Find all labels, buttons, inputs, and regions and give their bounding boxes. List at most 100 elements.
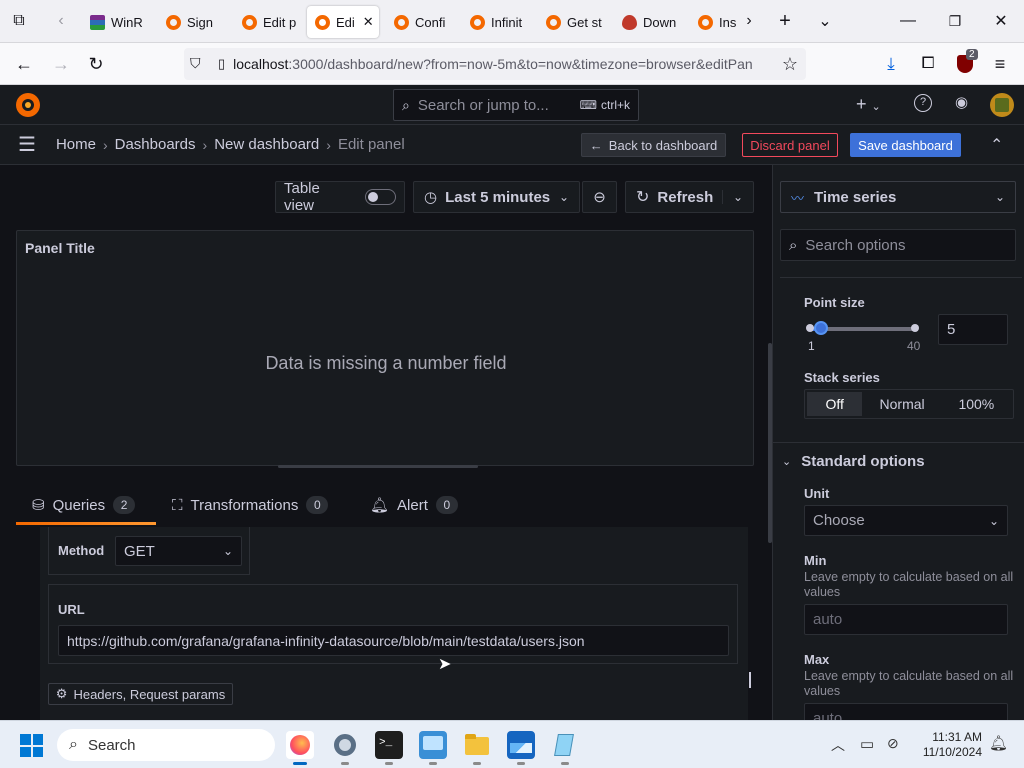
- search-options-input[interactable]: ⌕ Search options: [780, 229, 1016, 261]
- tab-transformations-label: Transformations: [190, 496, 299, 514]
- add-icon[interactable]: + ⌄: [856, 94, 881, 115]
- monitor-app-icon[interactable]: [507, 731, 535, 765]
- forward-icon[interactable]: →: [46, 49, 76, 79]
- breadcrumb-new-dashboard[interactable]: New dashboard: [214, 136, 319, 153]
- browser-tab[interactable]: WinR: [82, 6, 148, 38]
- browser-tab[interactable]: Down: [614, 6, 680, 38]
- divider: [780, 277, 1022, 278]
- tab-alert[interactable]: 🔔︎ Alert 0: [370, 486, 458, 524]
- minimize-icon[interactable]: —: [893, 6, 923, 36]
- point-size-slider[interactable]: [806, 321, 919, 335]
- menu-icon[interactable]: ≡: [985, 49, 1015, 79]
- standard-options-header[interactable]: ⌄ Standard options: [782, 453, 925, 470]
- browser-tab[interactable]: Edit p: [234, 6, 300, 38]
- tab-queries-label: Queries: [52, 496, 106, 514]
- ublock-icon[interactable]: 2: [950, 49, 980, 79]
- text-caret: [749, 672, 751, 688]
- browser-tab[interactable]: Confi: [386, 6, 452, 38]
- clock-date: 11/10/2024: [922, 745, 982, 759]
- url-input[interactable]: https://github.com/grafana/grafana-infin…: [58, 625, 729, 656]
- maximize-icon[interactable]: ❐: [940, 6, 970, 36]
- chevron-down-icon: ⌄: [988, 513, 999, 528]
- point-size-input[interactable]: 5: [938, 314, 1008, 345]
- zoom-out-button[interactable]: ⊖: [582, 181, 617, 213]
- browser-tab[interactable]: Infinit: [462, 6, 528, 38]
- min-description: Leave empty to calculate based on all va…: [804, 570, 1014, 599]
- unit-select[interactable]: Choose ⌄: [804, 505, 1008, 536]
- network-icon[interactable]: ▭: [860, 735, 874, 753]
- terminal-icon[interactable]: >_: [375, 731, 403, 765]
- volume-muted-icon[interactable]: ⊘: [887, 735, 899, 752]
- min-input[interactable]: auto: [804, 604, 1008, 635]
- list-tabs-icon[interactable]: ⌄: [810, 6, 840, 36]
- headers-button-label: Headers, Request params: [73, 686, 226, 702]
- save-dashboard-button[interactable]: Save dashboard: [850, 133, 961, 157]
- tab-queries[interactable]: ⛁ Queries 2: [32, 486, 136, 524]
- url-field[interactable]: ⛉ ▯ localhost:3000/dashboard/new?from=no…: [184, 48, 806, 80]
- tabs-scroll-right-icon[interactable]: ›: [734, 6, 764, 36]
- help-icon[interactable]: ?: [914, 94, 932, 112]
- stack-option-normal[interactable]: Normal: [864, 392, 939, 416]
- browser-tab[interactable]: Ins: [690, 6, 740, 38]
- browser-tab-active[interactable]: Edi ✕: [307, 6, 379, 38]
- windows-start-icon[interactable]: [20, 734, 43, 757]
- taskbar-clock[interactable]: 11:31 AM 11/10/2024: [912, 730, 982, 760]
- tab-overview-icon[interactable]: ⧉: [4, 6, 34, 36]
- extensions-icon[interactable]: ⧠: [913, 49, 943, 79]
- shield-icon[interactable]: ⛉: [190, 55, 201, 72]
- zoom-out-icon: ⊖: [593, 189, 606, 206]
- browser-tab[interactable]: Get st: [538, 6, 604, 38]
- stack-option-off[interactable]: Off: [807, 392, 863, 416]
- close-window-icon[interactable]: ✕: [986, 6, 1016, 36]
- browser-tab-bar: ⧉ ‹ WinR Sign Edit p Edi ✕ Confi Infinit…: [0, 0, 1024, 43]
- toggle-switch[interactable]: [364, 189, 396, 205]
- queries-count-badge: 2: [113, 496, 136, 514]
- panel-title[interactable]: Panel Title: [25, 240, 95, 256]
- chevron-down-icon[interactable]: ⌄: [721, 190, 743, 204]
- headers-request-params-button[interactable]: ⚙ Headers, Request params: [48, 683, 233, 705]
- method-select[interactable]: GET ⌄: [115, 536, 242, 566]
- user-avatar[interactable]: [990, 93, 1014, 117]
- bookmark-star-icon[interactable]: ☆: [775, 49, 805, 79]
- browser-tab[interactable]: Sign: [158, 6, 224, 38]
- search-bar[interactable]: ⌕ Search or jump to... ⌨ ctrl+k: [393, 89, 639, 121]
- discard-panel-button[interactable]: Discard panel: [742, 133, 838, 157]
- control-panel-icon[interactable]: [419, 731, 447, 765]
- settings-icon[interactable]: [331, 731, 359, 765]
- time-range-picker[interactable]: ◷ Last 5 minutes ⌄: [413, 181, 580, 213]
- breadcrumb: Home › Dashboards › New dashboard › Edit…: [56, 136, 405, 153]
- windows-taskbar: ⌕ Search >_ ︿ ▭ ⊘ 11:31 AM 11/10/2024 🔔︎: [0, 720, 1024, 768]
- chevron-up-icon[interactable]: ︿: [831, 735, 845, 755]
- visualization-picker[interactable]: 〰 Time series ⌄: [780, 181, 1016, 213]
- max-input[interactable]: auto: [804, 703, 1008, 720]
- hamburger-menu-icon[interactable]: ☰: [18, 132, 36, 157]
- stack-series-label: Stack series: [804, 370, 880, 385]
- chevron-up-icon[interactable]: ⌃: [990, 135, 1003, 155]
- clock-icon: ◷: [424, 189, 438, 206]
- stack-option-percent[interactable]: 100%: [942, 392, 1011, 416]
- grafana-logo-icon[interactable]: [16, 93, 40, 117]
- slider-handle[interactable]: [814, 321, 828, 335]
- method-row: Method GET ⌄: [48, 527, 250, 575]
- firefox-icon[interactable]: [286, 731, 314, 765]
- alert-count-badge: 0: [435, 496, 458, 514]
- close-tab-icon[interactable]: ✕: [363, 14, 374, 30]
- back-icon[interactable]: ←: [9, 49, 39, 79]
- panel-preview: Panel Title Data is missing a number fie…: [16, 230, 754, 466]
- notification-bell-icon[interactable]: 🔔︎: [989, 734, 1008, 752]
- taskbar-search[interactable]: ⌕ Search: [57, 729, 275, 761]
- back-to-dashboard-button[interactable]: ← Back to dashboard: [581, 133, 726, 157]
- tabs-scroll-left-icon[interactable]: ‹: [46, 6, 76, 36]
- notepad-app-icon[interactable]: [551, 731, 579, 765]
- file-explorer-icon[interactable]: [463, 731, 491, 765]
- breadcrumb-home[interactable]: Home: [56, 136, 96, 153]
- breadcrumb-dashboards[interactable]: Dashboards: [115, 136, 196, 153]
- download-icon[interactable]: ⤓: [876, 49, 906, 79]
- news-rss-icon[interactable]: ◉: [955, 93, 968, 111]
- tab-transformations[interactable]: ⛶ Transformations 0: [172, 486, 329, 524]
- resize-handle[interactable]: [278, 465, 478, 468]
- refresh-button[interactable]: ↻ Refresh ⌄: [625, 181, 754, 213]
- new-tab-icon[interactable]: +: [770, 6, 800, 36]
- table-view-toggle[interactable]: Table view: [275, 180, 405, 214]
- reload-icon[interactable]: ↻: [81, 49, 111, 79]
